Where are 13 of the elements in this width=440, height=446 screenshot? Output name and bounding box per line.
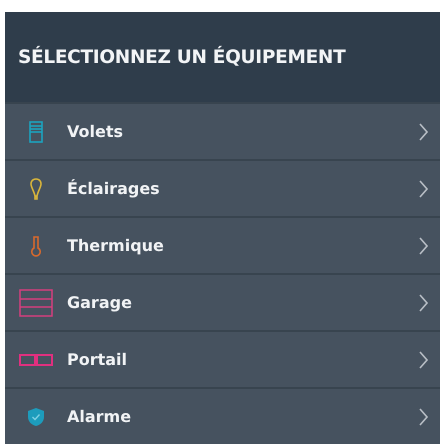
chevron-right-icon: [419, 180, 428, 198]
chevron-right-icon: [419, 122, 428, 140]
equipment-list-item[interactable]: Volets: [5, 104, 440, 159]
equipment-list-item[interactable]: Portail: [5, 332, 440, 387]
equipment-list-item[interactable]: Alarme: [5, 389, 440, 444]
header-title: SÉLECTIONNEZ UN ÉQUIPEMENT: [18, 46, 346, 68]
chevron-right-icon: [419, 294, 428, 312]
equipment-list-item[interactable]: Éclairages: [5, 161, 440, 216]
chevron-right-icon: [419, 408, 428, 426]
chevron-right-icon: [419, 236, 428, 254]
equipment-list-item[interactable]: Garage: [5, 275, 440, 330]
equipment-list-item[interactable]: Thermique: [5, 218, 440, 273]
chevron-right-icon: [419, 350, 428, 368]
